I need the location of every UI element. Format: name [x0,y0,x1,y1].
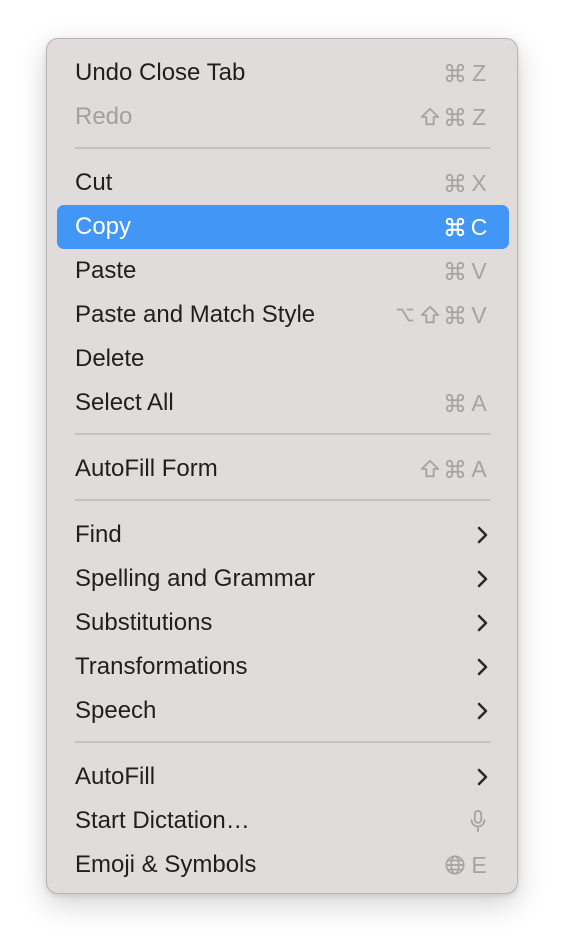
menu-item-transformations[interactable]: Transformations [57,645,509,689]
menu-item-cut[interactable]: Cut X [57,161,509,205]
command-key-icon [445,217,465,237]
menu-item-label: Spelling and Grammar [75,565,316,592]
shortcut-key: X [471,170,487,196]
command-key-icon [445,107,465,127]
shortcut-key: Z [471,104,487,130]
context-menu: Undo Close Tab Z Redo Z Cut X Copy C Pas… [46,38,518,894]
shortcut-key: C [470,214,488,240]
menu-item-autofill[interactable]: AutoFill [57,755,509,799]
menu-item-find[interactable]: Find [57,513,509,557]
menu-item-label: Paste [75,257,137,284]
command-key-icon [445,261,465,281]
shortcut: A [444,381,489,425]
menu-item-label: Paste and Match Style [75,301,316,328]
chevron-right-icon [475,513,489,557]
shortcut: E [444,843,489,887]
command-key-icon [445,459,465,479]
command-key-icon [445,63,465,83]
menu-item-label: Find [75,521,122,548]
chevron-right-icon [475,601,489,645]
shortcut-key: E [471,852,487,878]
menu-item-copy[interactable]: Copy C [57,205,509,249]
shortcut: C [444,205,489,249]
chevron-right-icon [475,557,489,601]
menu-item-label: Speech [75,697,157,724]
menu-item-undo-close-tab[interactable]: Undo Close Tab Z [57,51,509,95]
menu-item-label: Start Dictation… [75,807,250,834]
menu-item-label: AutoFill Form [75,455,218,482]
shortcut: X [444,161,489,205]
command-key-icon [445,173,465,193]
menu-item-paste-and-match-style[interactable]: Paste and Match Style V [57,293,509,337]
menu-item-emoji-and-symbols[interactable]: Emoji & Symbols E [57,843,509,887]
command-key-icon [445,393,465,413]
menu-item-spelling-and-grammar[interactable]: Spelling and Grammar [57,557,509,601]
menu-item-speech[interactable]: Speech [57,689,509,733]
shortcut [467,799,489,843]
option-key-icon [396,308,414,322]
shortcut: V [394,293,489,337]
shortcut: Z [419,95,489,139]
menu-item-start-dictation[interactable]: Start Dictation… [57,799,509,843]
menu-item-label: Select All [75,389,174,416]
menu-item-label: Emoji & Symbols [75,851,257,878]
menu-item-paste[interactable]: Paste V [57,249,509,293]
menu-item-label: Transformations [75,653,248,680]
menu-item-label: AutoFill [75,763,156,790]
menu-item-label: Cut [75,169,113,196]
command-key-icon [445,305,465,325]
menu-item-label: Delete [75,345,145,372]
chevron-right-icon [475,645,489,689]
menu-item-autofill-form[interactable]: AutoFill Form A [57,447,509,491]
menu-separator [75,499,491,501]
menu-item-label: Copy [75,213,132,240]
menu-item-select-all[interactable]: Select All A [57,381,509,425]
menu-item-delete[interactable]: Delete [57,337,509,381]
menu-separator [75,741,491,743]
shift-key-icon [420,459,440,478]
shift-key-icon [420,107,440,126]
chevron-right-icon [475,755,489,799]
shortcut: A [419,447,489,491]
menu-separator [75,147,491,149]
menu-item-label: Redo [75,103,133,130]
menu-item-label: Substitutions [75,609,213,636]
shift-key-icon [420,305,440,324]
menu-item-label: Undo Close Tab [75,59,246,86]
shortcut: Z [444,51,489,95]
shortcut-key: A [471,390,487,416]
shortcut-key: Z [471,60,487,86]
microphone-icon [470,810,486,832]
menu-item-substitutions[interactable]: Substitutions [57,601,509,645]
menu-separator [75,433,491,435]
shortcut-key: A [471,456,487,482]
chevron-right-icon [475,689,489,733]
shortcut-key: V [471,258,487,284]
menu-item-redo: Redo Z [57,95,509,139]
globe-icon [445,855,465,875]
shortcut: V [444,249,489,293]
shortcut-key: V [471,302,487,328]
